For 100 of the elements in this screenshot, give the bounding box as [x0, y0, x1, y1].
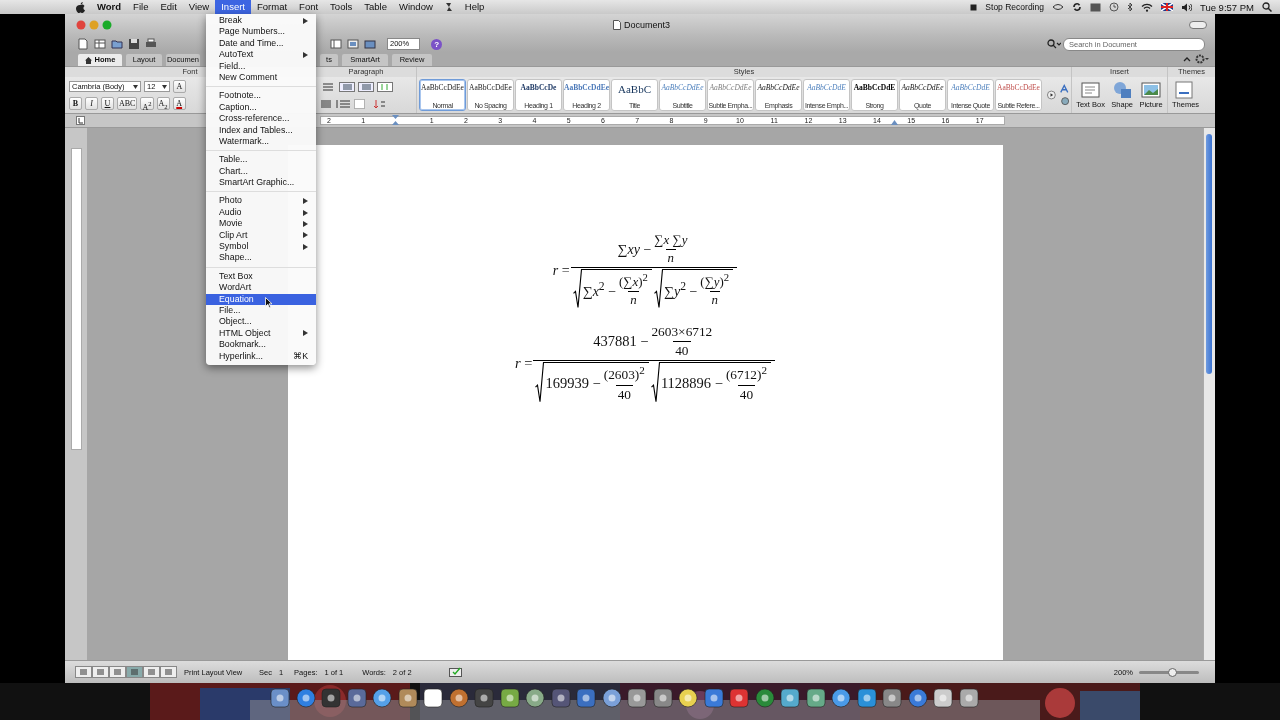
- print-icon[interactable]: [145, 38, 157, 50]
- menu-item[interactable]: Text Box: [206, 270, 316, 283]
- dock-app-icon[interactable]: [525, 688, 545, 708]
- sidebar-icon[interactable]: [330, 38, 342, 50]
- text-box-icon[interactable]: [1080, 81, 1101, 99]
- menu-title[interactable]: Window: [393, 0, 439, 14]
- dropdown-arrow-icon[interactable]: [133, 84, 138, 89]
- search-icon[interactable]: [1262, 2, 1272, 12]
- menu-item[interactable]: Watermark...: [206, 135, 316, 148]
- dropdown-arrow-icon[interactable]: [162, 84, 167, 89]
- clock-icon[interactable]: [1108, 2, 1119, 12]
- menu-item[interactable]: HTML Object: [206, 327, 316, 340]
- dock-app-icon[interactable]: [805, 688, 826, 708]
- columns-icon[interactable]: [377, 81, 393, 92]
- dock-app-icon[interactable]: [703, 688, 724, 708]
- menu-title[interactable]: File: [127, 0, 155, 14]
- justify-icon[interactable]: [320, 98, 332, 109]
- menu-title[interactable]: Edit: [154, 0, 183, 14]
- dock-app-icon[interactable]: [933, 688, 953, 708]
- menu-item[interactable]: Index and Tables...: [206, 124, 316, 136]
- dock-app-icon[interactable]: [499, 688, 520, 708]
- picture-icon[interactable]: [1141, 81, 1162, 99]
- menu-title[interactable]: Table: [358, 0, 393, 14]
- dock-app-icon[interactable]: [474, 688, 494, 708]
- flag-icon[interactable]: [1160, 3, 1173, 11]
- indent-icon[interactable]: [339, 81, 355, 92]
- menu-item[interactable]: Caption...: [206, 101, 316, 114]
- menu-item[interactable]: File...: [206, 305, 316, 317]
- format-button[interactable]: ABC: [117, 97, 138, 110]
- format-button[interactable]: U: [101, 97, 114, 110]
- sync-icon[interactable]: [1071, 2, 1082, 12]
- clock-text[interactable]: Tue 9:57 PM: [1199, 1, 1254, 13]
- dock-app-icon[interactable]: [576, 688, 596, 708]
- menu-item[interactable]: Object...: [206, 316, 316, 328]
- menu-item[interactable]: Hyperlink... ⌘K: [206, 350, 316, 362]
- wifi-icon[interactable]: [1140, 2, 1153, 12]
- outline-view-icon[interactable]: [92, 666, 109, 678]
- format-button[interactable]: A$_{2}$: [156, 97, 170, 110]
- menu-title[interactable]: Help: [458, 0, 491, 14]
- menu-item[interactable]: Chart...: [206, 165, 316, 178]
- menu-item[interactable]: AutoText: [206, 49, 316, 61]
- grow-font-button[interactable]: A: [173, 80, 186, 93]
- apple-icon[interactable]: [76, 1, 85, 13]
- format-button[interactable]: A: [172, 97, 186, 110]
- dock-app-icon[interactable]: [627, 688, 647, 708]
- dock-app-icon[interactable]: [780, 688, 800, 708]
- media-icon[interactable]: [364, 38, 376, 50]
- menu-item[interactable]: Movie: [206, 218, 316, 230]
- menu-item[interactable]: Equation: [206, 293, 316, 305]
- dock-app-icon[interactable]: [754, 688, 775, 708]
- dock-app-icon[interactable]: [423, 688, 443, 708]
- sort-icon[interactable]: [373, 98, 387, 109]
- stop-icon[interactable]: [970, 3, 978, 11]
- dock-app-icon[interactable]: [907, 688, 928, 708]
- dock-app-icon[interactable]: [550, 688, 571, 708]
- format-button[interactable]: B: [69, 97, 82, 110]
- publishing-view-icon[interactable]: [109, 666, 126, 678]
- dock-app-icon[interactable]: [882, 688, 902, 708]
- focus-view-icon[interactable]: [160, 666, 177, 678]
- app-menu[interactable]: Word: [91, 0, 128, 14]
- dock-app-icon[interactable]: [448, 688, 469, 708]
- menu-item[interactable]: Date and Time...: [206, 37, 316, 50]
- bluetooth-icon[interactable]: [1126, 2, 1133, 12]
- menu-item[interactable]: Clip Art: [206, 229, 316, 242]
- search-icon[interactable]: [1047, 39, 1061, 49]
- menu-item[interactable]: Photo: [206, 195, 316, 207]
- dock-app-icon[interactable]: [856, 688, 877, 708]
- indent-marker-icon[interactable]: [392, 115, 399, 125]
- menu-title[interactable]: Insert: [215, 0, 251, 14]
- menu-item[interactable]: Symbol: [206, 241, 316, 253]
- dock-app-icon[interactable]: [295, 688, 316, 708]
- help-button[interactable]: ?: [431, 38, 443, 50]
- save-icon[interactable]: [128, 38, 140, 50]
- draft-view-icon[interactable]: [75, 666, 92, 678]
- dock-app-icon[interactable]: [678, 688, 698, 708]
- volume-icon[interactable]: [1180, 2, 1192, 12]
- eye-icon[interactable]: [1051, 3, 1064, 11]
- menu-item[interactable]: SmartArt Graphic...: [206, 177, 316, 189]
- proofing-icon[interactable]: [448, 667, 463, 677]
- dock-app-icon[interactable]: [729, 688, 749, 708]
- dock-app-icon[interactable]: [652, 688, 673, 708]
- table-icon[interactable]: [94, 38, 106, 50]
- dock-app-icon[interactable]: [346, 688, 367, 708]
- format-button[interactable]: A$^{2}$: [140, 97, 154, 110]
- dock-app-icon[interactable]: [270, 688, 290, 708]
- tab-stop-icon[interactable]: [76, 116, 85, 125]
- stop-recording-item[interactable]: Stop Recording: [985, 2, 1044, 12]
- menu-item[interactable]: WordArt: [206, 282, 316, 294]
- dock-app-icon[interactable]: [958, 688, 979, 708]
- shape-icon[interactable]: [1112, 81, 1133, 99]
- gallery-icon[interactable]: [347, 38, 359, 50]
- notebook-view-icon[interactable]: [143, 666, 160, 678]
- menu-title[interactable]: Format: [251, 0, 294, 14]
- menu-item[interactable]: Shape...: [206, 252, 316, 264]
- display-icon[interactable]: [1089, 2, 1101, 12]
- next-styles-icon[interactable]: [1047, 90, 1056, 100]
- dock-app-icon[interactable]: [601, 688, 622, 708]
- outdent-icon[interactable]: [358, 81, 374, 92]
- settings-icon[interactable]: [1195, 54, 1209, 64]
- menu-item[interactable]: Audio: [206, 206, 316, 219]
